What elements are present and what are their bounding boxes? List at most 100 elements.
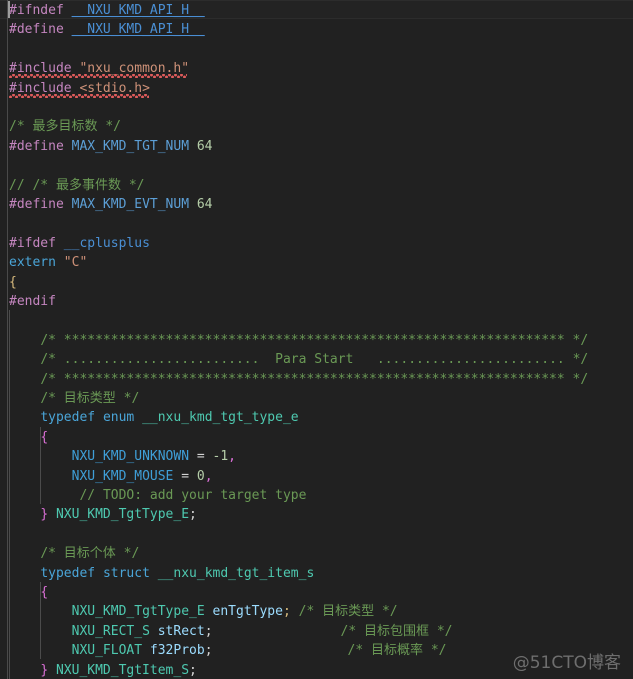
token-semicolon-32: ;	[282, 604, 291, 620]
code-line-18[interactable]: /* *************************************…	[0, 331, 633, 350]
code-line-13[interactable]: #ifdef __cplusplus	[0, 234, 633, 253]
token-line-comment-26: //	[79, 488, 96, 503]
code-line-10[interactable]: // /* 最多事件数 */	[0, 176, 633, 195]
code-line-15[interactable]: {	[0, 273, 633, 292]
token-comment-open-18: /*	[40, 332, 56, 348]
token-guard-macro-def: __NXU_KMD_API_H__	[71, 22, 205, 38]
token-comment-close-19: */	[572, 352, 589, 368]
token-cplusplus: __cplusplus	[63, 235, 150, 251]
token-equals-25: =	[181, 468, 190, 484]
token-cmt-target-item: 目标个体	[63, 546, 116, 562]
token-comment-close-33: */	[436, 623, 453, 639]
token-line-comment-10: //	[9, 177, 25, 193]
code-text-layer: #ifndef __NXU_KMD_API_H__ #define __NXU_…	[0, 0, 633, 679]
token-semicolon-27: ;	[189, 507, 197, 523]
token-comment-open-10: /*	[32, 177, 49, 193]
token-enum-unknown: NXU_KMD_UNKNOWN	[71, 449, 190, 465]
token-define-8: #define	[9, 138, 64, 154]
token-semicolon-33: ;	[204, 623, 213, 639]
token-extern-c: "C"	[63, 255, 88, 271]
error-squiggle-include-local	[9, 74, 187, 78]
code-line-22[interactable]: typedef enum __nxu_kmd_tgt_type_e	[0, 408, 633, 427]
code-line-11[interactable]: #define MAX_KMD_EVT_NUM 64	[0, 195, 633, 214]
token-equals-24: =	[196, 449, 205, 465]
token-banner-title: Para Start	[275, 352, 354, 368]
token-comment-open-20: /*	[40, 371, 56, 387]
token-comment-close-21: */	[123, 391, 140, 406]
code-line-26[interactable]: // TODO: add your target type	[0, 486, 633, 505]
code-line-33[interactable]: NXU_RECT_S stRect; /* 目标包围框 */	[0, 622, 633, 641]
code-line-27[interactable]: } NXU_KMD_TgtType_E;	[0, 505, 633, 524]
token-typedef-struct: typedef	[40, 565, 96, 581]
code-line-14[interactable]: extern "C"	[0, 253, 633, 272]
code-line-20[interactable]: /* *************************************…	[0, 370, 633, 389]
token-field-type-2: NXU_RECT_S	[71, 623, 150, 639]
code-line-29[interactable]: /* 目标个体 */	[0, 544, 633, 563]
token-cmt-max-targets: 最多目标数	[32, 119, 98, 135]
token-comment-open-34: /*	[347, 643, 364, 659]
token-comment-close-29: */	[123, 546, 140, 562]
token-enum-unknown-value: -1	[212, 449, 229, 465]
token-struct-typedef-name: NXU_KMD_TgtItem_S	[55, 662, 190, 678]
code-line-16[interactable]: #endif	[0, 292, 633, 311]
token-comment-open-21: /*	[40, 391, 56, 406]
token-enum-mouse-value: 0	[196, 468, 205, 484]
token-comment-close-34: */	[430, 643, 447, 659]
error-squiggle-include-system	[9, 93, 149, 98]
code-line-24[interactable]: NXU_KMD_UNKNOWN = -1,	[0, 447, 633, 466]
token-comment-open-33: /*	[340, 623, 357, 639]
token-semicolon-34: ;	[204, 643, 213, 659]
code-editor[interactable]: #ifndef __NXU_KMD_API_H__ #define __NXU_…	[0, 0, 633, 679]
editor-left-border	[7, 0, 8, 679]
token-comment-close-18: */	[572, 332, 589, 348]
token-ifndef: #ifndef	[9, 3, 64, 18]
code-line-25[interactable]: NXU_KMD_MOUSE = 0,	[0, 467, 633, 486]
token-open-brace-enum: {	[40, 429, 49, 445]
code-line-8[interactable]: #define MAX_KMD_TGT_NUM 64	[0, 137, 633, 156]
token-comment-open-32: /*	[298, 604, 315, 620]
token-field-type-3: NXU_FLOAT	[71, 643, 143, 659]
code-line-30[interactable]: typedef struct __nxu_kmd_tgt_item_s	[0, 564, 633, 583]
token-semicolon-35: ;	[189, 662, 197, 678]
token-banner-stars-bottom: ****************************************…	[63, 371, 565, 387]
code-line-19[interactable]: /* ......................... Para Start …	[0, 350, 633, 369]
token-open-brace-struct: {	[40, 585, 49, 600]
token-cmt-max-events: 最多事件数	[55, 177, 121, 193]
code-line-32[interactable]: NXU_KMD_TgtType_E enTgtType; /* 目标类型 */	[0, 602, 633, 621]
code-line-1[interactable]: #ifndef __NXU_KMD_API_H__	[0, 1, 633, 20]
token-cmt-bounding-box: 目标包围框	[364, 623, 430, 639]
token-comment-close-32: */	[381, 604, 398, 620]
token-enum-tag: __nxu_kmd_tgt_type_e	[142, 410, 299, 426]
token-typedef-enum: typedef	[40, 410, 96, 426]
token-comment-close-10: */	[128, 177, 145, 193]
token-close-brace-enum: }	[40, 507, 49, 523]
token-macro-tgt-num: MAX_KMD_TGT_NUM	[71, 138, 190, 154]
code-line-2[interactable]: #define __NXU_KMD_API_H__	[0, 20, 633, 39]
token-comma-24: ,	[228, 449, 236, 465]
code-line-23[interactable]: {	[0, 428, 633, 447]
token-enum-typedef-name: NXU_KMD_TgtType_E	[55, 507, 190, 523]
token-value-64-b: 64	[196, 197, 213, 212]
token-enum-mouse: NXU_KMD_MOUSE	[71, 468, 174, 484]
token-cmt-target-type: 目标类型	[63, 391, 116, 406]
token-define: #define	[9, 22, 64, 38]
code-line-21[interactable]: /* 目标类型 */	[0, 389, 633, 408]
text-caret	[8, 1, 10, 18]
token-cmt-target-type-inline: 目标类型	[322, 604, 375, 620]
token-struct: struct	[102, 565, 150, 581]
code-line-7[interactable]: /* 最多目标数 */	[0, 117, 633, 136]
token-banner-dots-right: ........................	[376, 352, 565, 368]
token-field-name-1: enTgtType	[212, 604, 283, 620]
site-watermark: @51CTO博客	[512, 652, 621, 673]
token-cmt-todo: TODO: add your target type	[102, 488, 307, 503]
token-field-name-2: stRect	[157, 623, 205, 639]
token-field-name-3: f32Prob	[149, 643, 205, 659]
token-enum: enum	[102, 410, 135, 426]
code-line-31[interactable]: {	[0, 583, 633, 602]
token-extern: extern	[9, 255, 56, 271]
token-struct-tag: __nxu_kmd_tgt_item_s	[157, 565, 315, 581]
token-banner-stars-top: ****************************************…	[63, 332, 565, 348]
token-comment-open-19: /*	[40, 352, 56, 368]
token-banner-dots-left: .........................	[63, 352, 260, 368]
token-endif: #endif	[9, 294, 56, 309]
